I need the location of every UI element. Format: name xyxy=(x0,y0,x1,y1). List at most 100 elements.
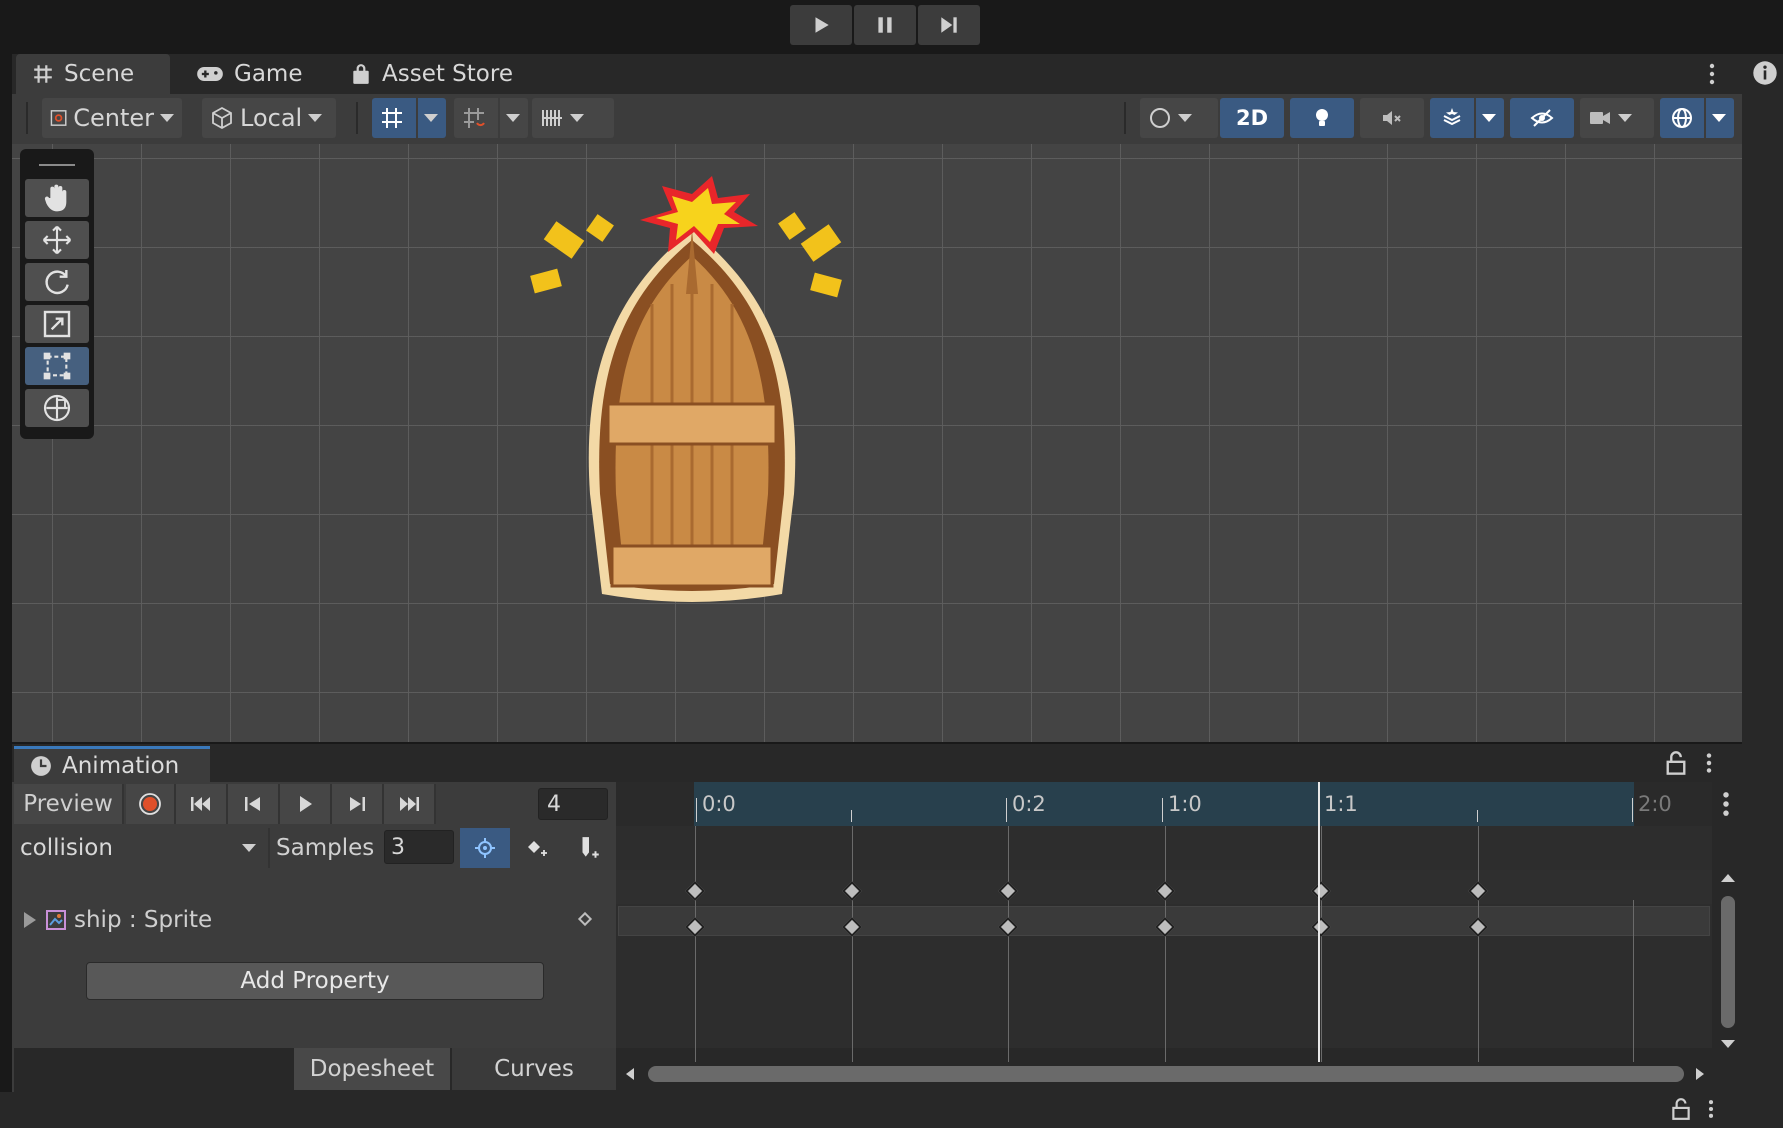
grid-snapping-toggle[interactable] xyxy=(372,98,416,138)
lock-icon[interactable] xyxy=(1670,1097,1692,1121)
lighting-toggle[interactable] xyxy=(1290,98,1354,138)
chevron-down-icon xyxy=(1178,114,1192,122)
step-button[interactable] xyxy=(918,5,980,45)
rect-transform-icon xyxy=(43,352,71,380)
more-options-icon[interactable] xyxy=(1700,60,1724,88)
shading-sphere-icon xyxy=(1150,108,1170,128)
lock-icon[interactable] xyxy=(1664,750,1688,776)
scroll-up-icon xyxy=(1721,874,1735,882)
more-options-icon[interactable] xyxy=(1714,788,1738,820)
add-keyframe-icon xyxy=(528,841,547,856)
property-row[interactable]: ship : Sprite xyxy=(14,900,614,940)
first-key-button[interactable] xyxy=(176,784,228,824)
space-label: Local xyxy=(240,104,303,132)
ruler-label: 1:1 xyxy=(1324,792,1358,816)
space-dropdown[interactable]: Local xyxy=(202,98,336,138)
cube-icon xyxy=(212,106,232,130)
add-keyframe-button[interactable] xyxy=(512,828,562,868)
chevron-down-icon xyxy=(1712,114,1726,122)
skip-to-start-icon xyxy=(191,797,210,811)
tab-asset-store[interactable]: Asset Store xyxy=(334,54,529,94)
grid-snapping-dropdown[interactable] xyxy=(418,98,446,138)
effects-dropdown[interactable] xyxy=(1476,98,1504,138)
scroll-thumb xyxy=(648,1066,1684,1082)
pause-icon xyxy=(878,17,892,33)
rotate-tool[interactable] xyxy=(25,263,89,301)
pause-button[interactable] xyxy=(854,5,916,45)
chevron-down-icon xyxy=(242,844,256,852)
scene-visibility-toggle[interactable] xyxy=(1510,98,1574,138)
lightbulb-icon xyxy=(1316,109,1328,126)
ruler-label: 1:0 xyxy=(1168,792,1202,816)
preview-button[interactable]: Preview xyxy=(14,784,124,824)
add-property-button[interactable]: Add Property xyxy=(86,962,544,1000)
expand-arrow-icon[interactable] xyxy=(24,912,36,928)
tab-animation[interactable]: Animation xyxy=(14,746,210,782)
animation-play-button[interactable] xyxy=(280,784,332,824)
keyframe-indicator-icon[interactable] xyxy=(577,911,593,927)
audio-toggle[interactable] xyxy=(1360,98,1424,138)
ruler-label: 2:0 xyxy=(1638,792,1672,816)
increment-snap-dropdown[interactable] xyxy=(500,98,528,138)
gizmos-toggle[interactable] xyxy=(1660,98,1704,138)
tab-curves[interactable]: Curves xyxy=(452,1048,616,1090)
chevron-down-icon xyxy=(1482,114,1496,122)
transform-icon xyxy=(43,394,71,422)
palette-drag-handle[interactable] xyxy=(25,155,89,175)
move-arrows-icon xyxy=(42,225,72,255)
tab-scene-label: Scene xyxy=(64,61,135,87)
scale-tool[interactable] xyxy=(25,305,89,343)
play-icon xyxy=(815,17,829,33)
samples-field[interactable]: 3 xyxy=(384,830,454,864)
hand-tool[interactable] xyxy=(25,179,89,217)
effects-toggle[interactable] xyxy=(1430,98,1474,138)
dopesheet-label: Dopesheet xyxy=(309,1056,435,1082)
more-options-icon[interactable] xyxy=(1704,1097,1718,1121)
gizmos-dropdown[interactable] xyxy=(1706,98,1734,138)
transform-tool[interactable] xyxy=(25,389,89,427)
hand-icon xyxy=(44,184,67,212)
info-icon[interactable] xyxy=(1752,60,1778,86)
ruler-minor-tick xyxy=(1477,810,1478,822)
tab-dopesheet[interactable]: Dopesheet xyxy=(294,1048,450,1090)
toggle-2d-button[interactable]: 2D xyxy=(1220,98,1284,138)
clip-selector[interactable]: collision xyxy=(14,828,270,868)
chevron-down-icon xyxy=(308,114,323,122)
draw-mode-dropdown[interactable] xyxy=(1140,98,1218,138)
current-frame-field[interactable]: 4 xyxy=(538,788,608,820)
pivot-dropdown[interactable]: Center xyxy=(42,98,182,138)
play-button[interactable] xyxy=(790,5,852,45)
record-icon xyxy=(139,793,161,815)
vertical-scrollbar[interactable] xyxy=(1714,868,1742,1054)
chevron-down-icon xyxy=(570,114,584,122)
grid-visibility-dropdown[interactable] xyxy=(532,98,614,138)
record-button[interactable] xyxy=(126,784,176,824)
rect-tool[interactable] xyxy=(25,347,89,385)
more-options-icon[interactable] xyxy=(1702,750,1716,776)
inspector-strip xyxy=(1742,54,1783,1094)
camera-dropdown[interactable] xyxy=(1580,98,1654,138)
skip-to-end-icon xyxy=(400,797,419,811)
move-tool[interactable] xyxy=(25,221,89,259)
scene-viewport[interactable] xyxy=(12,144,1742,742)
increment-snap-toggle[interactable] xyxy=(454,98,498,138)
ruler-tick xyxy=(1006,798,1007,822)
tab-game[interactable]: Game xyxy=(180,54,318,94)
clip-end-line xyxy=(1633,900,1634,1062)
keyframe-guide-line xyxy=(1008,826,1009,1062)
view-mode-tabs: Dopesheet Curves xyxy=(14,1048,616,1092)
next-key-button[interactable] xyxy=(332,784,384,824)
horizontal-scrollbar[interactable] xyxy=(620,1062,1710,1086)
toggle-2d-label: 2D xyxy=(1235,106,1269,130)
ship-sprite[interactable] xyxy=(522,174,862,614)
sprite-renderer-icon xyxy=(46,910,66,930)
camera-icon xyxy=(1590,112,1610,124)
audio-muted-icon xyxy=(1383,111,1401,125)
filter-by-selection-button[interactable] xyxy=(460,828,510,868)
playhead[interactable] xyxy=(1318,782,1320,1062)
tab-scene[interactable]: Scene xyxy=(16,54,170,94)
add-event-button[interactable] xyxy=(564,828,614,868)
previous-key-button[interactable] xyxy=(228,784,280,824)
last-key-button[interactable] xyxy=(384,784,436,824)
keyframe-guide-line xyxy=(851,826,853,1062)
